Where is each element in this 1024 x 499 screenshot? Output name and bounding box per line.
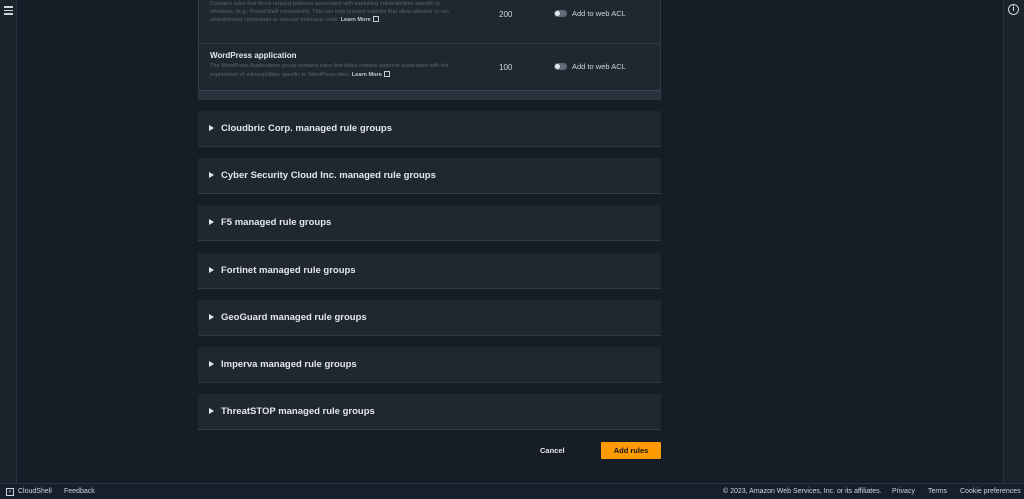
rule-capacity: 200 [499,10,513,19]
privacy-link[interactable]: Privacy [892,488,915,495]
group-title: Cyber Security Cloud Inc. managed rule g… [221,170,436,181]
cloudshell-icon[interactable]: > [6,488,14,496]
group-cloudbric[interactable]: Cloudbric Corp. managed rule groups [198,111,661,147]
caret-right-icon [209,125,214,131]
toggle-label: Add to web ACL [572,9,626,18]
group-title: Imperva managed rule groups [221,359,357,370]
group-f5[interactable]: F5 managed rule groups [198,205,661,241]
rule-description: Contains rules that block request patter… [210,1,449,24]
add-rules-button[interactable]: Add rules [601,442,661,459]
caret-right-icon [209,361,214,367]
rule-row: Contains rules that block request patter… [199,0,660,44]
external-link-icon [383,70,390,77]
toggle-label: Add to web ACL [572,62,626,71]
group-title: Cloudbric Corp. managed rule groups [221,123,393,134]
left-nav-rail [0,0,17,483]
panel-footer [199,90,660,100]
right-help-rail: i [1003,0,1024,483]
rule-capacity: 100 [499,63,513,72]
group-title: ThreatSTOP managed rule groups [221,406,375,417]
group-imperva[interactable]: Imperva managed rule groups [198,347,661,383]
group-cyber-security-cloud[interactable]: Cyber Security Cloud Inc. managed rule g… [198,158,661,194]
rule-group-panel: Contains rules that block request patter… [198,0,661,100]
main-content: Contains rules that block request patter… [18,0,1003,483]
console-footer: > CloudShell Feedback © 2023, Amazon Web… [0,483,1024,499]
feedback-link[interactable]: Feedback [64,488,95,495]
caret-right-icon [209,172,214,178]
add-to-web-acl-toggle[interactable] [554,63,567,70]
learn-more-link[interactable]: Learn More [341,17,371,23]
copyright-text: © 2023, Amazon Web Services, Inc. or its… [723,488,882,495]
learn-more-link[interactable]: Learn More [352,72,382,78]
caret-right-icon [209,219,214,225]
group-threatstop[interactable]: ThreatSTOP managed rule groups [198,394,661,430]
rule-name: WordPress application [210,51,297,60]
caret-right-icon [209,408,214,414]
rule-description: The WordPress Applications group contain… [210,63,449,78]
cookie-preferences-link[interactable]: Cookie preferences [960,488,1021,495]
cloudshell-link[interactable]: CloudShell [18,488,52,495]
group-title: F5 managed rule groups [221,217,332,228]
caret-right-icon [209,267,214,273]
external-link-icon [372,16,379,23]
caret-right-icon [209,314,214,320]
cancel-button[interactable]: Cancel [540,446,565,455]
group-geoguard[interactable]: GeoGuard managed rule groups [198,300,661,336]
group-title: GeoGuard managed rule groups [221,312,367,323]
rule-row: WordPress application The WordPress Appl… [199,45,660,90]
add-to-web-acl-toggle[interactable] [554,10,567,17]
menu-icon[interactable] [4,6,13,15]
terms-link[interactable]: Terms [928,488,947,495]
info-icon[interactable]: i [1008,4,1019,15]
group-fortinet[interactable]: Fortinet managed rule groups [198,253,661,289]
group-title: Fortinet managed rule groups [221,265,356,276]
